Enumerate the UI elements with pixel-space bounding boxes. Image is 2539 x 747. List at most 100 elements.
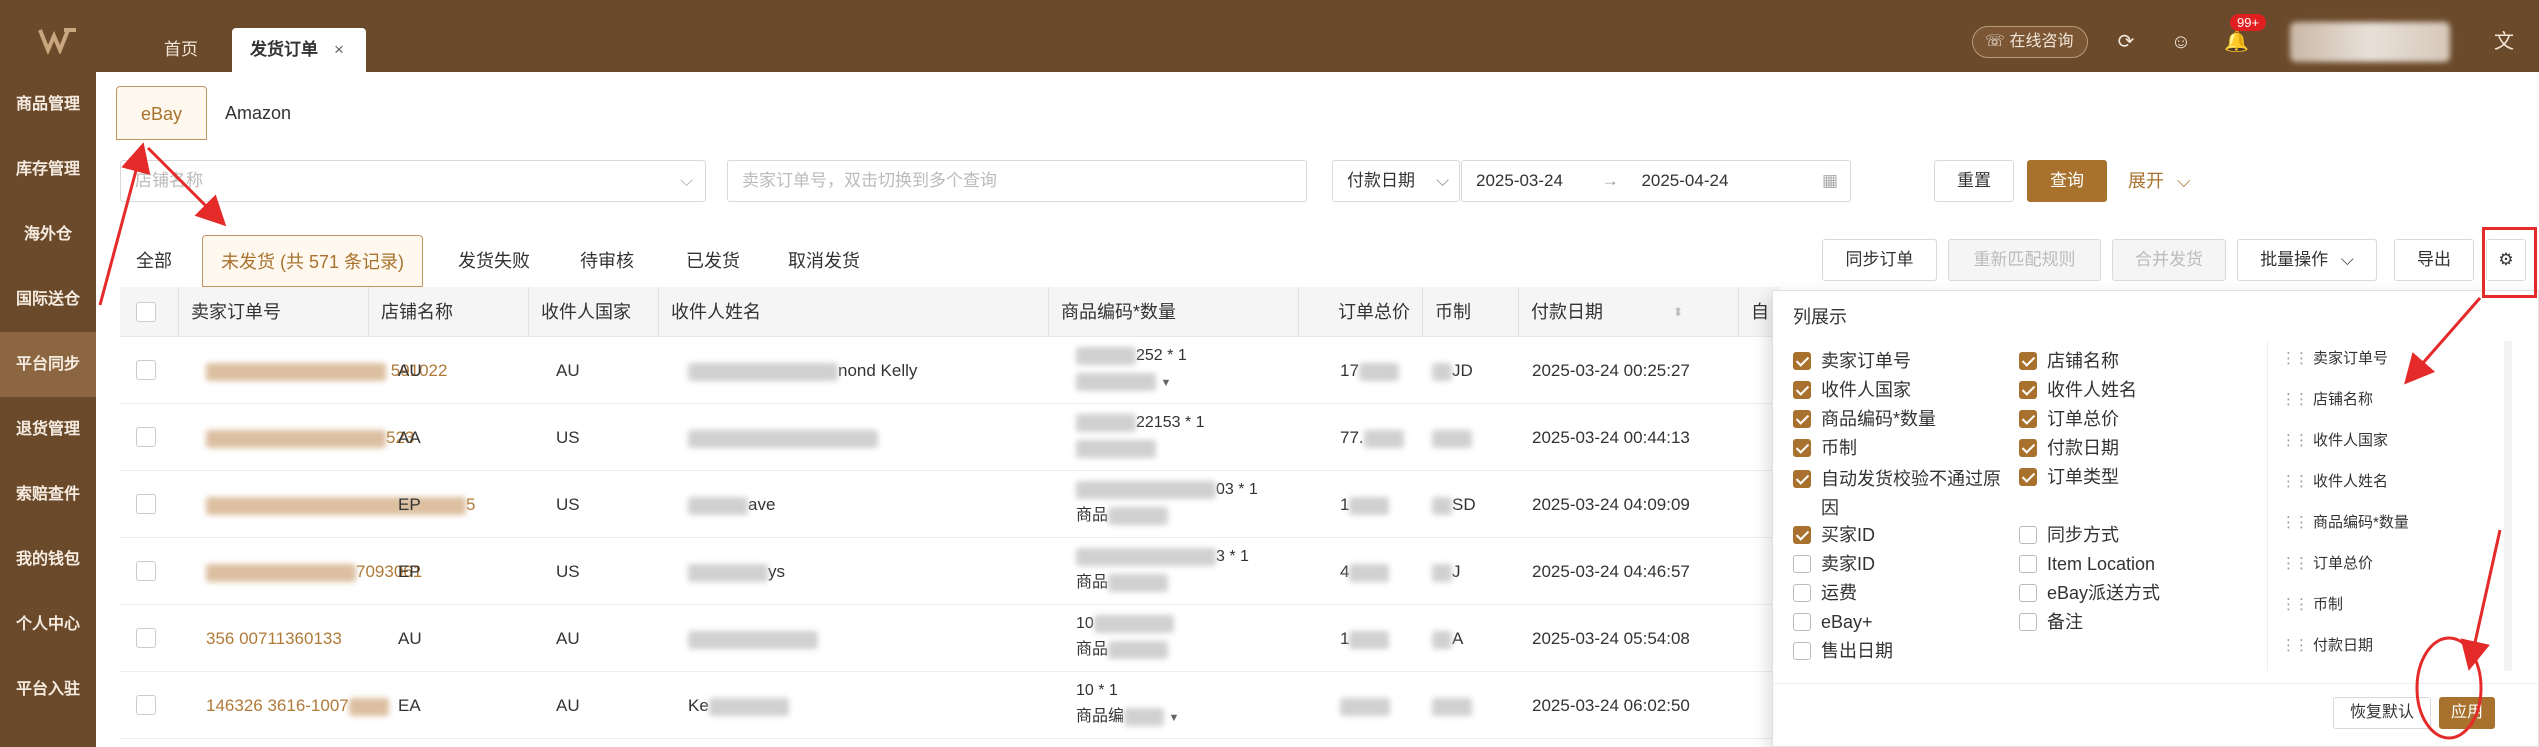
checkbox-checked[interactable] <box>1793 410 1811 428</box>
drag-handle-icon[interactable]: ⋮⋮ <box>2281 596 2309 613</box>
select-all-checkbox[interactable] <box>136 302 156 322</box>
translate-icon[interactable]: 文 <box>2492 30 2516 54</box>
status-tab-shipped[interactable]: 已发货 <box>676 235 750 287</box>
drag-handle-icon[interactable]: ⋮⋮ <box>2281 432 2309 449</box>
status-tab-cancelled[interactable]: 取消发货 <box>778 235 870 287</box>
drag-handle-icon[interactable]: ⋮⋮ <box>2281 391 2309 408</box>
opt-recipient[interactable]: 收件人姓名 <box>2019 378 2137 402</box>
opt-sku[interactable]: 商品编码*数量 <box>1793 407 1936 431</box>
table-row[interactable]: 591022 AU AU nond Kelly 252 * 1 ▼ 17 JD … <box>120 337 1780 404</box>
sidebar-item-claims[interactable]: 索赔查件 <box>0 462 96 527</box>
close-icon[interactable]: × <box>334 40 344 59</box>
reset-button[interactable]: 重置 <box>1934 160 2014 202</box>
order-number[interactable]: 7093061 <box>206 538 422 605</box>
row-checkbox[interactable] <box>136 360 156 380</box>
caret-down-icon[interactable]: ▼ <box>1168 712 1179 724</box>
checkbox-checked[interactable] <box>2019 410 2037 428</box>
order-number[interactable]: 5 <box>206 471 475 538</box>
opt-order-type[interactable]: 订单类型 <box>2019 465 2119 489</box>
expand-toggle[interactable]: 展开 ⌵ <box>2128 160 2191 202</box>
order-number[interactable]: 146326 3616-1007 <box>206 672 389 739</box>
order-item[interactable]: ⋮⋮ 店铺名称 <box>2281 388 2373 409</box>
checkbox-checked[interactable] <box>1793 381 1811 399</box>
status-tab-all[interactable]: 全部 <box>126 235 182 287</box>
opt-sold-date[interactable]: 售出日期 <box>1793 639 1893 663</box>
sidebar-item-overseas-warehouse[interactable]: 海外仓 <box>0 202 96 267</box>
row-checkbox[interactable] <box>136 494 156 514</box>
opt-ebay-plus[interactable]: eBay+ <box>1793 610 1873 634</box>
drag-handle-icon[interactable]: ⋮⋮ <box>2281 555 2309 572</box>
online-consult-button[interactable]: ☏ 在线咨询 <box>1972 26 2089 58</box>
row-checkbox[interactable] <box>136 561 156 581</box>
merge-shipping-button[interactable]: 合并发货 <box>2112 239 2226 281</box>
opt-auto-fail-reason[interactable]: 自动发货校验不通过原因 <box>1793 465 2008 523</box>
opt-currency[interactable]: 币制 <box>1793 436 1857 460</box>
checkbox-unchecked[interactable] <box>1793 642 1811 660</box>
smile-icon[interactable]: ☺ <box>2169 30 2193 54</box>
checkbox-unchecked[interactable] <box>1793 584 1811 602</box>
checkbox-checked[interactable] <box>1793 470 1811 488</box>
batch-actions-button[interactable]: 批量操作 ⌵ <box>2237 239 2377 281</box>
checkbox-checked[interactable] <box>2019 352 2037 370</box>
sync-orders-button[interactable]: 同步订单 <box>1822 239 1937 281</box>
checkbox-unchecked[interactable] <box>2019 526 2037 544</box>
table-row[interactable]: 356 00711360133 AU AU 10 商品 1 A 2025-03-2… <box>120 605 1780 672</box>
store-select[interactable]: 店铺名称 ⌵ <box>120 160 706 202</box>
order-number[interactable]: 356 00711360133 <box>206 605 342 672</box>
opt-buyer-id[interactable]: 买家ID <box>1793 523 1875 547</box>
table-row[interactable]: 5 EP US ave 03 * 1 商品 1 SD 2025-03-24 04:… <box>120 471 1780 538</box>
sidebar-item-intl-delivery[interactable]: 国际送仓 <box>0 267 96 332</box>
tab-ebay[interactable]: eBay <box>116 86 208 140</box>
drag-handle-icon[interactable]: ⋮⋮ <box>2281 637 2309 654</box>
status-tab-unshipped[interactable]: 未发货 (共 571 条记录) <box>202 235 424 287</box>
checkbox-unchecked[interactable] <box>1793 613 1811 631</box>
order-item[interactable]: ⋮⋮ 订单总价 <box>2281 552 2373 573</box>
tab-shipping-orders[interactable]: 发货订单 × <box>232 28 366 72</box>
apply-button[interactable]: 应用 <box>2439 697 2495 729</box>
checkbox-checked[interactable] <box>2019 381 2037 399</box>
sidebar-item-inventory[interactable]: 库存管理 <box>0 137 96 202</box>
order-item[interactable]: ⋮⋮ 币制 <box>2281 593 2343 614</box>
opt-order-number[interactable]: 卖家订单号 <box>1793 349 1911 373</box>
table-row[interactable]: 7093061 EP US ys 3 * 1 商品 4 J 2025-03-24 … <box>120 538 1780 605</box>
row-checkbox[interactable] <box>136 695 156 715</box>
opt-pay-date[interactable]: 付款日期 <box>2019 436 2119 460</box>
sidebar-item-onboarding[interactable]: 平台入驻 <box>0 657 96 722</box>
checkbox-checked[interactable] <box>2019 468 2037 486</box>
checkbox-unchecked[interactable] <box>2019 555 2037 573</box>
sidebar-item-wallet[interactable]: 我的钱包 <box>0 527 96 592</box>
checkbox-unchecked[interactable] <box>2019 584 2037 602</box>
order-item[interactable]: ⋮⋮ 收件人姓名 <box>2281 470 2388 491</box>
restore-default-button[interactable]: 恢复默认 <box>2333 697 2431 729</box>
checkbox-checked[interactable] <box>1793 526 1811 544</box>
drag-handle-icon[interactable]: ⋮⋮ <box>2281 350 2309 367</box>
checkbox-checked[interactable] <box>1793 352 1811 370</box>
opt-shipping-fee[interactable]: 运费 <box>1793 581 1857 605</box>
checkbox-checked[interactable] <box>2019 439 2037 457</box>
panel-scrollbar[interactable] <box>2504 341 2512 671</box>
user-avatar[interactable] <box>2290 22 2450 62</box>
order-item[interactable]: ⋮⋮ 商品编码*数量 <box>2281 511 2409 532</box>
date-range-picker[interactable]: 2025-03-24 → 2025-04-24 ▦ <box>1461 160 1851 202</box>
checkbox-checked[interactable] <box>1793 439 1811 457</box>
sidebar-item-platform-sync[interactable]: 平台同步 <box>0 332 96 397</box>
drag-handle-icon[interactable]: ⋮⋮ <box>2281 473 2309 490</box>
row-checkbox[interactable] <box>136 628 156 648</box>
bell-icon[interactable]: 🔔 <box>2224 30 2249 54</box>
refresh-icon[interactable]: ⟳ <box>2114 30 2138 54</box>
table-row[interactable]: 523 AA US 22153 * 1 77. 2025-03-24 00:44… <box>120 404 1780 471</box>
order-item[interactable]: ⋮⋮ 卖家订单号 <box>2281 347 2388 368</box>
checkbox-unchecked[interactable] <box>1793 555 1811 573</box>
opt-item-location[interactable]: Item Location <box>2019 552 2155 576</box>
opt-country[interactable]: 收件人国家 <box>1793 378 1911 402</box>
table-row[interactable]: 146326 3616-1007 EA AU Ke 10 * 1 商品编 ▼ 20… <box>120 672 1780 739</box>
status-tab-pending[interactable]: 待审核 <box>570 235 644 287</box>
sidebar-item-profile[interactable]: 个人中心 <box>0 592 96 657</box>
date-type-select[interactable]: 付款日期 ⌵ <box>1332 160 1460 202</box>
opt-remarks[interactable]: 备注 <box>2019 610 2083 634</box>
caret-down-icon[interactable]: ▼ <box>1160 377 1171 389</box>
order-number-input[interactable]: 卖家订单号，双击切换到多个查询 <box>727 160 1307 202</box>
tab-home[interactable]: 首页 <box>130 28 232 72</box>
row-checkbox[interactable] <box>136 427 156 447</box>
export-button[interactable]: 导出 <box>2394 239 2474 281</box>
